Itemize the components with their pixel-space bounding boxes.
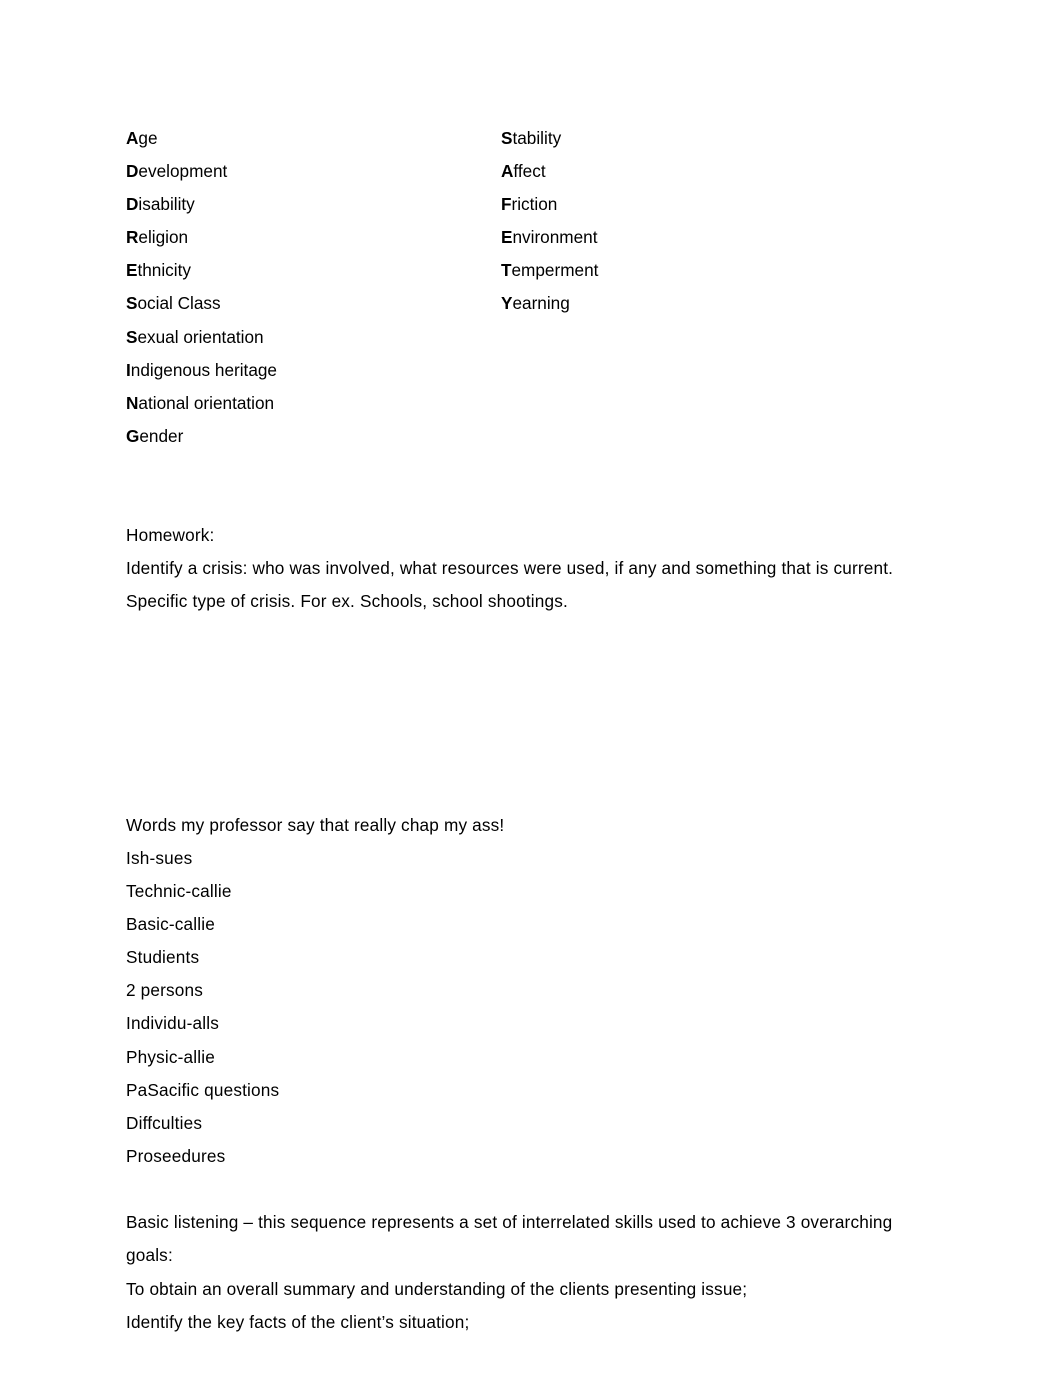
acronym-rest: emperment [511, 260, 599, 281]
acronym-initial: F [501, 194, 512, 215]
acronym-initial: S [126, 326, 138, 347]
acronym-rest: ffect [513, 161, 546, 182]
basic-listening-goal: To obtain an overall summary and underst… [126, 1278, 748, 1299]
acronym-initial: A [126, 128, 139, 148]
acronym-initial: G [126, 425, 140, 446]
acronym-initial: E [501, 227, 513, 248]
acronym-rest: tability [512, 128, 562, 148]
acronym-rest: exual orientation [137, 326, 264, 347]
acronym-initial: D [126, 161, 139, 182]
acronym-item: Friction [501, 188, 861, 221]
professor-word-item: Basic-callie [126, 914, 215, 935]
professor-word-item: Studients [126, 947, 200, 968]
acronym-rest: thnicity [137, 260, 191, 281]
acronym-rest: ational orientation [138, 392, 275, 413]
acronym-rest: ender [139, 425, 184, 446]
acronym-initial: T [501, 260, 512, 281]
acronym-initial: A [501, 161, 514, 182]
professor-word-item: Individu-alls [126, 1013, 219, 1034]
basic-listening-goal: Identify the key facts of the client’s s… [126, 1311, 470, 1332]
acronym-item: Affect [501, 155, 861, 188]
professor-word-item: Diffculties [126, 1112, 203, 1133]
acronym-item: Indigenous heritage [126, 354, 896, 387]
acronym-item: Gender [126, 420, 896, 453]
homework-section: Homework: Identify a crisis: who was inv… [126, 519, 896, 619]
acronym-column-right: Stability Affect Friction Environment Te… [501, 122, 861, 321]
professor-word-item: 2 persons [126, 980, 204, 1001]
acronym-item: National orientation [126, 387, 896, 420]
document-body: Age Development Disability Religion Ethn… [126, 122, 896, 1339]
professor-words-section: Words my professor say that really chap … [126, 809, 896, 1173]
acronym-initial: R [126, 227, 139, 248]
section-gap-large [126, 619, 896, 809]
acronym-rest: riction [511, 194, 558, 215]
acronym-rest: eligion [138, 227, 189, 248]
acronym-initial: Y [501, 293, 513, 314]
professor-word-item: Proseedures [126, 1145, 226, 1166]
acronym-rest: earning [512, 293, 570, 314]
acronym-rest: ocial Class [137, 293, 221, 314]
acronym-item: Stability [501, 122, 861, 155]
homework-heading: Homework: [126, 524, 215, 545]
acronym-rest: ge [138, 128, 158, 148]
basic-listening-intro: Basic listening – this sequence represen… [126, 1211, 893, 1266]
document-page: Age Development Disability Religion Ethn… [0, 0, 1062, 1376]
acronym-initial: S [501, 128, 513, 148]
basic-listening-section: Basic listening – this sequence represen… [126, 1206, 896, 1339]
acronym-initial: E [126, 260, 138, 281]
acronym-rest: evelopment [138, 161, 228, 182]
professor-word-item: Technic-callie [126, 881, 232, 902]
professor-word-item: PaSacific questions [126, 1079, 280, 1100]
acronym-item: Environment [501, 221, 861, 254]
acronym-rest: ndigenous heritage [130, 359, 277, 380]
acronym-item: Temperment [501, 254, 861, 287]
professor-word-item: Ish-sues [126, 847, 193, 868]
acronym-item: Yearning [501, 287, 861, 320]
professor-word-item: Physic-allie [126, 1046, 215, 1067]
acronym-rest: nvironment [512, 227, 598, 248]
acronym-rest: isability [138, 194, 195, 215]
acronym-lists: Age Development Disability Religion Ethn… [126, 122, 896, 453]
professor-words-heading: Words my professor say that really chap … [126, 814, 505, 835]
acronym-initial: D [126, 194, 139, 215]
acronym-initial: S [126, 293, 138, 314]
acronym-initial: N [126, 392, 139, 413]
acronym-item: Sexual orientation [126, 321, 896, 354]
homework-body: Identify a crisis: who was involved, wha… [126, 558, 894, 612]
